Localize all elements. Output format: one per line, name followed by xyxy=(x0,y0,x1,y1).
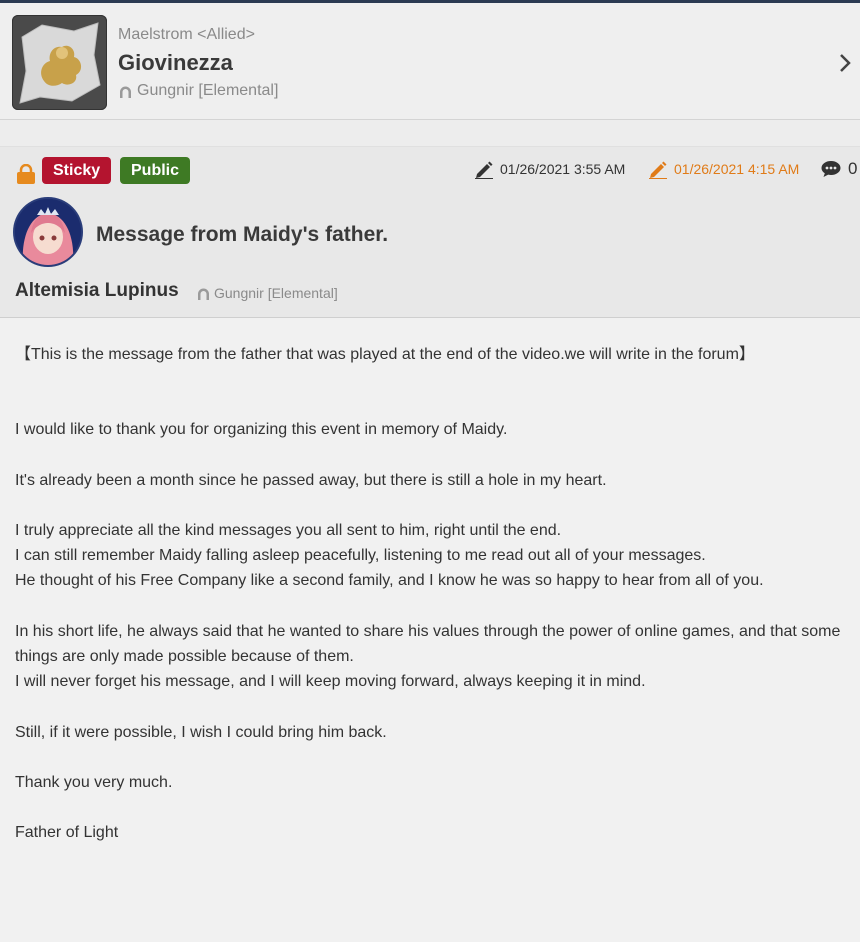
post-intro: 【This is the message from the father tha… xyxy=(15,346,755,363)
fc-world-label: Gungnir [Elemental] xyxy=(137,82,279,99)
paragraph: I will never forget his message, and I w… xyxy=(15,673,646,691)
crest-emblem xyxy=(12,15,107,110)
paragraph: I would like to thank you for organizing… xyxy=(15,421,508,439)
free-company-header[interactable]: Maelstrom <Allied> Giovinezza Gungnir [E… xyxy=(0,3,860,120)
grand-company-tag: Maelstrom <Allied> xyxy=(118,26,255,43)
paragraph: Still, if it were possible, I wish I cou… xyxy=(15,723,387,741)
lock-icon xyxy=(16,163,36,189)
author-world-label: Gungnir [Elemental] xyxy=(214,285,338,301)
created-date: 01/26/2021 3:55 AM xyxy=(474,159,625,179)
world-icon xyxy=(198,288,209,300)
signature: Father of Light xyxy=(15,824,119,842)
paragraph: I can still remember Maidy falling aslee… xyxy=(15,547,706,565)
post-header: Sticky Public 01/26/2021 3:55 AM 01/26/2… xyxy=(0,146,860,318)
author-world: Gungnir [Elemental] xyxy=(196,285,338,301)
section-spacer xyxy=(0,120,860,146)
fc-world: Gungnir [Elemental] xyxy=(118,82,278,100)
pencil-icon xyxy=(475,161,493,179)
comment-count[interactable]: 0 xyxy=(820,159,857,179)
paragraph: It's already been a month since he passe… xyxy=(15,471,607,489)
paragraph: I truly appreciate all the kind messages… xyxy=(15,521,562,539)
free-company-name[interactable]: Giovinezza xyxy=(118,50,233,76)
chevron-right-icon[interactable] xyxy=(838,53,852,78)
edited-date: 01/26/2021 4:15 AM xyxy=(648,159,799,179)
created-date-text: 01/26/2021 3:55 AM xyxy=(500,161,626,177)
paragraph: In his short life, he always said that h… xyxy=(15,622,841,666)
public-badge: Public xyxy=(120,157,191,184)
edited-date-text: 01/26/2021 4:15 AM xyxy=(674,161,800,177)
comment-icon xyxy=(821,161,841,177)
world-icon xyxy=(120,86,131,98)
paragraph: He thought of his Free Company like a se… xyxy=(15,572,764,590)
pencil-edit-icon xyxy=(649,161,667,179)
post-title: Message from Maidy's father. xyxy=(96,223,389,246)
author-name[interactable]: Altemisia Lupinus xyxy=(15,280,179,302)
sticky-badge: Sticky xyxy=(42,157,112,184)
post-body: 【This is the message from the father tha… xyxy=(0,318,860,942)
avatar[interactable] xyxy=(15,199,81,265)
paragraph: Thank you very much. xyxy=(15,773,173,791)
comment-count-text: 0 xyxy=(848,159,858,178)
